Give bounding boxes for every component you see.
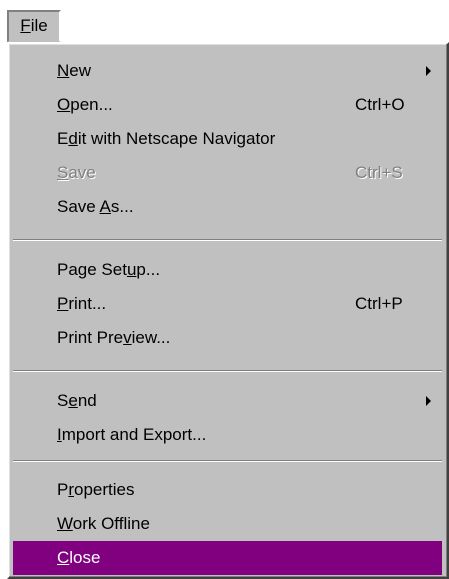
- menu-separator: [13, 370, 442, 372]
- menu-bar: File: [0, 0, 449, 46]
- menu-item-label: Edit with Netscape Navigator: [57, 129, 276, 148]
- menu-item-import-and-export[interactable]: Import and Export...: [13, 418, 442, 452]
- menu-item-work-offline[interactable]: Work Offline: [13, 507, 442, 541]
- menu-item-page-setup[interactable]: Page Setup...: [13, 253, 442, 287]
- menu-item-save: Save Ctrl+S: [13, 156, 442, 190]
- menu-item-print[interactable]: Print... Ctrl+P: [13, 287, 442, 321]
- menu-item-shortcut: Ctrl+S: [355, 163, 403, 182]
- submenu-arrow-icon: [426, 66, 431, 76]
- menu-item-edit-with-netscape-navigator[interactable]: Edit with Netscape Navigator: [13, 122, 442, 156]
- menu-item-label: New: [57, 61, 92, 80]
- menu-item-print-preview[interactable]: Print Preview...: [13, 321, 442, 355]
- menu-item-label: Print Preview...: [57, 328, 171, 347]
- file-menu-access-key: F: [20, 16, 31, 35]
- file-menu-button[interactable]: File: [7, 10, 61, 42]
- app-screen: File New Open... Ctrl+O Edit with Netsca…: [0, 0, 449, 579]
- menu-item-label: Properties: [57, 480, 135, 499]
- menu-item-properties[interactable]: Properties: [13, 473, 442, 507]
- menu-item-send[interactable]: Send: [13, 384, 442, 418]
- file-dropdown-menu: New Open... Ctrl+O Edit with Netscape Na…: [7, 42, 449, 579]
- menu-item-shortcut: Ctrl+O: [355, 95, 405, 114]
- menu-item-close[interactable]: Close: [13, 541, 442, 575]
- menu-item-open[interactable]: Open... Ctrl+O: [13, 88, 442, 122]
- menu-item-label: Import and Export...: [57, 425, 207, 444]
- submenu-arrow-icon: [426, 396, 431, 406]
- menu-item-label: Save: [57, 163, 96, 182]
- menu-item-label: Work Offline: [57, 514, 150, 533]
- menu-item-shortcut: Ctrl+P: [355, 294, 403, 313]
- file-menu-label-post: ile: [30, 16, 48, 35]
- menu-item-label: Open...: [57, 95, 113, 114]
- menu-item-label: Close: [57, 548, 101, 567]
- menu-item-label: Send: [57, 391, 97, 410]
- menu-item-label: Page Setup...: [57, 260, 161, 279]
- menu-separator: [13, 239, 442, 241]
- menu-separator: [13, 460, 442, 462]
- menu-item-label: Print...: [57, 294, 107, 313]
- menu-item-new[interactable]: New: [13, 54, 442, 88]
- menu-item-label: Save As...: [57, 197, 134, 216]
- menu-item-save-as[interactable]: Save As...: [13, 190, 442, 224]
